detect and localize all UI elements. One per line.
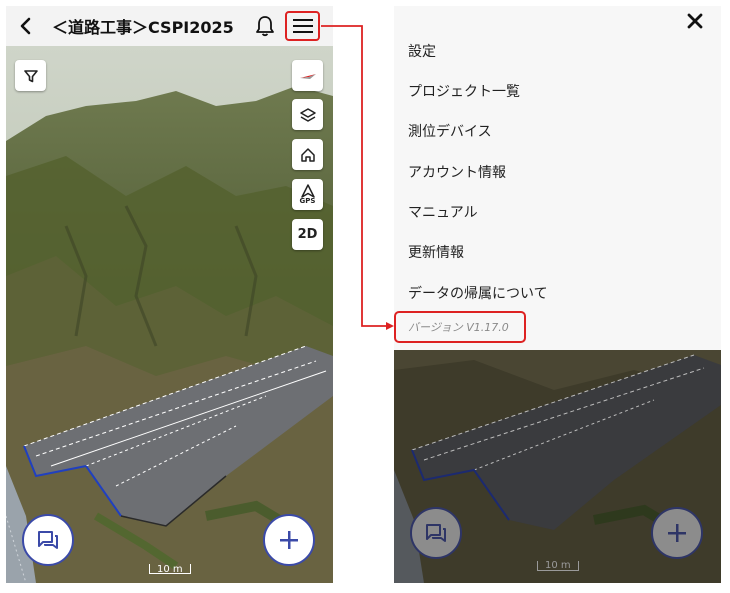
close-icon xyxy=(687,13,703,29)
comment-fab-dimmed xyxy=(410,507,462,559)
side-menu-panel: 設定 プロジェクト一覧 測位デバイス アカウント情報 マニュアル 更新情報 デー… xyxy=(394,6,721,350)
gps-label: GPS xyxy=(299,197,316,205)
gps-button[interactable]: GPS xyxy=(292,179,323,210)
filter-button[interactable] xyxy=(15,60,46,91)
hamburger-menu-button[interactable] xyxy=(285,11,320,41)
dimmed-map-view[interactable]: 10 m xyxy=(394,350,721,583)
menu-item-data-attribution[interactable]: データの帰属について xyxy=(408,283,548,303)
plus-icon xyxy=(280,531,298,549)
compass-icon xyxy=(299,73,316,79)
navigation-arrow-icon xyxy=(300,184,315,198)
main-map-screen: ＜道路工事＞CSPI2025 GPS 2D 10 m xyxy=(6,6,333,583)
view-mode-2d-button[interactable]: 2D xyxy=(292,219,323,250)
project-title: ＜道路工事＞CSPI2025 xyxy=(52,18,234,37)
view-mode-label: 2D xyxy=(297,227,318,242)
back-button[interactable] xyxy=(12,12,40,40)
chat-icon xyxy=(38,531,58,549)
menu-item-manual[interactable]: マニュアル xyxy=(408,202,478,222)
menu-item-update-info[interactable]: 更新情報 xyxy=(408,242,464,262)
version-label: バージョン V1.17.0 xyxy=(408,321,509,334)
home-button[interactable] xyxy=(292,139,323,170)
chat-icon xyxy=(426,524,446,542)
close-menu-button[interactable] xyxy=(682,8,708,34)
compass-button[interactable] xyxy=(292,60,323,91)
scale-label-dimmed: 10 m xyxy=(545,560,571,571)
plus-icon xyxy=(668,524,686,542)
3d-map-view[interactable]: GPS 2D 10 m xyxy=(6,46,333,583)
bell-icon xyxy=(256,16,274,37)
chevron-left-icon xyxy=(20,17,31,35)
hamburger-menu-icon xyxy=(292,19,313,33)
menu-item-settings[interactable]: 設定 xyxy=(408,41,436,61)
menu-item-project-list[interactable]: プロジェクト一覧 xyxy=(408,81,520,101)
menu-item-account-info[interactable]: アカウント情報 xyxy=(408,162,506,182)
comment-fab[interactable] xyxy=(22,514,74,566)
side-menu-screen: 設定 プロジェクト一覧 測位デバイス アカウント情報 マニュアル 更新情報 デー… xyxy=(394,6,721,583)
filter-icon xyxy=(23,69,38,82)
terrain-render xyxy=(6,46,333,583)
scale-label: 10 m xyxy=(157,564,183,575)
add-fab-dimmed xyxy=(651,507,703,559)
notification-button[interactable] xyxy=(251,12,279,40)
add-fab[interactable] xyxy=(263,514,315,566)
top-app-bar: ＜道路工事＞CSPI2025 xyxy=(6,6,333,46)
menu-item-positioning-device[interactable]: 測位デバイス xyxy=(408,121,492,141)
home-icon xyxy=(300,147,315,162)
layers-icon xyxy=(299,107,316,122)
layers-button[interactable] xyxy=(292,99,323,130)
